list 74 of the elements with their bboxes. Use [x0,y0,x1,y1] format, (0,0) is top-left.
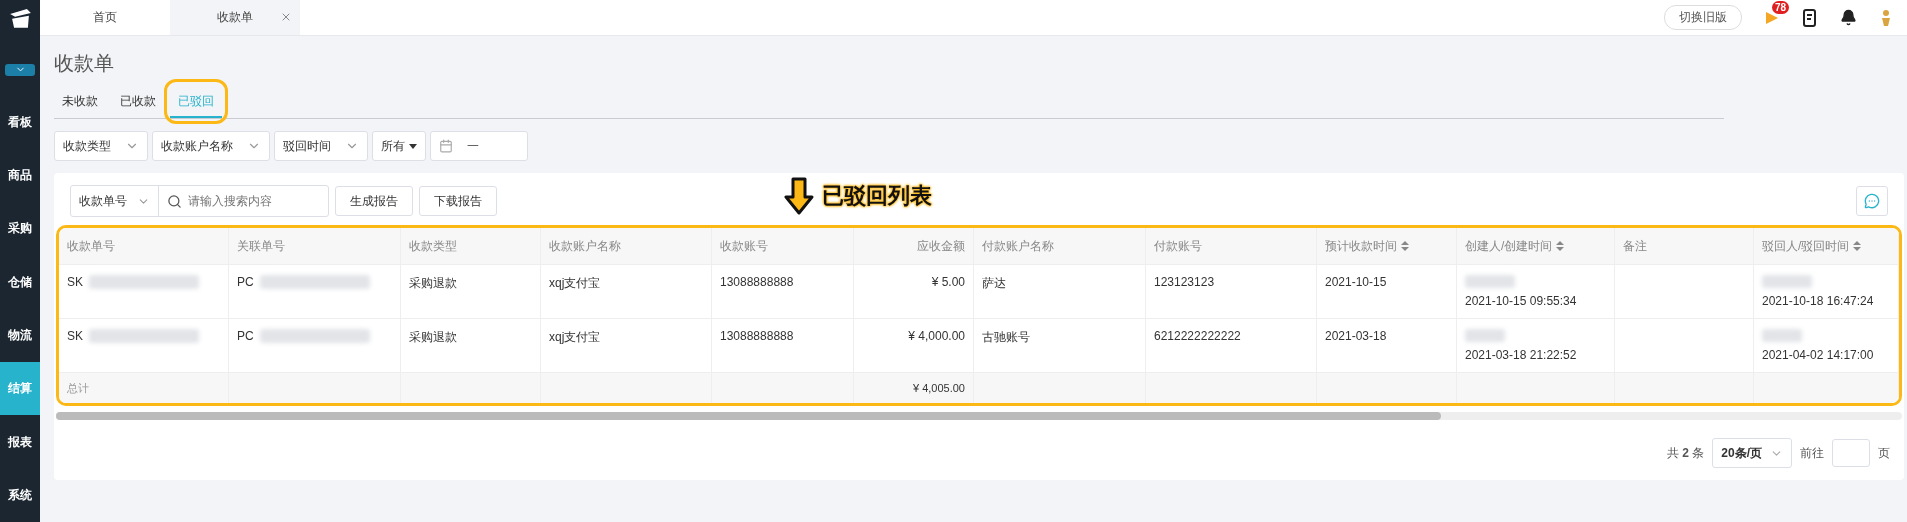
date-range-text: 一 [467,137,479,155]
table-cell: 采购退款 [401,264,541,318]
sort-icon[interactable] [1853,241,1862,251]
filter-select[interactable]: 收款类型 [54,131,148,161]
count-badge: 78 [1772,0,1790,14]
total-count: 共 2 条 [1666,444,1705,462]
page-title: 收款单 [54,51,115,76]
report-button[interactable]: 生成报告 [335,186,413,216]
table-cell-text: 2021-04-02 14:17:00 [1762,348,1875,362]
goto-label: 前往 [1800,444,1824,462]
table-cell: 总计 [59,372,229,403]
page-label: 页 [1878,444,1890,462]
table-cell-text: 2021-03-18 21:22:52 [1465,348,1578,362]
table-cell-text: PC [237,275,254,291]
sort-icon[interactable] [1556,241,1565,251]
column-header: 应收金额 [854,228,974,264]
document-icon[interactable] [1802,8,1818,27]
sort-icon[interactable] [1401,241,1409,251]
column-header[interactable]: 创建人/创建时间 [1457,228,1615,264]
table-cell-text: 2021-10-15 09:55:34 [1465,294,1578,308]
table-cell: 萨达 [974,264,1146,318]
close-icon[interactable] [280,11,292,23]
table-cell-text: SK [67,275,83,291]
table-cell: 13088888888 [712,264,854,318]
sidebar-item[interactable]: 看板 [0,95,40,149]
callout-label: 已驳回列表 [822,182,932,210]
caret-down-icon [409,143,417,149]
calendar-icon [439,139,453,153]
switch-version-button[interactable]: 切换旧版 [1664,5,1742,30]
down-arrow-icon [784,177,814,215]
search-icon [167,193,182,209]
filter-select[interactable]: 驳回时间 [274,131,368,161]
page-input[interactable] [1832,439,1870,467]
table-cell: 2021-10-15 [1317,264,1457,318]
column-header: 收款账户名称 [541,228,712,264]
bell-icon[interactable] [1840,9,1857,26]
column-header: 备注 [1615,228,1754,264]
sidebar-item[interactable]: 仓储 [0,255,40,309]
column-header: 付款账号 [1146,228,1317,264]
flag-icon[interactable] [1764,9,1780,26]
avatar-icon[interactable] [1879,8,1893,27]
page-size-select[interactable]: 20条/页 [1712,438,1792,468]
table-cell: xqj支付宝 [541,264,712,318]
column-header: 收款类型 [401,228,541,264]
chat-bubble-icon [1864,193,1880,209]
date-range-field[interactable]: 一 [430,131,528,161]
sidebar-item[interactable]: 物流 [0,308,40,363]
table-cell-text: 2021-10-18 16:47:24 [1762,294,1875,308]
sidebar-item[interactable]: 报表 [0,415,40,469]
filter-select[interactable]: 收款账户名称 [152,131,270,161]
column-header: 关联单号 [229,228,401,264]
filter-menu[interactable]: 所有 [372,131,426,161]
search-field[interactable]: 收款单号 请输入搜索内容 [70,185,329,217]
report-button[interactable]: 下载报告 [419,186,497,216]
sidebar-item[interactable]: 采购 [0,202,40,256]
column-header: 收款账号 [712,228,854,264]
column-header: 收款单号 [59,228,229,264]
status-tab[interactable]: 已收款 [112,87,164,118]
sidebar-item[interactable]: 商品 [0,148,40,203]
table-cell: 123123123 [1146,264,1317,318]
table-cell: ¥ 4,005.00 [854,372,974,403]
column-header[interactable]: 驳回人/驳回时间 [1754,228,1899,264]
table-cell: ¥ 5.00 [854,264,974,318]
search-type-select[interactable]: 收款单号 [71,186,159,216]
column-header: 付款账户名称 [974,228,1146,264]
table-cell-text: SK [67,329,83,345]
page-tab[interactable]: 收款单 [170,0,300,35]
status-tab[interactable]: 未收款 [54,87,106,118]
sidebar-item[interactable]: 系统 [0,468,40,522]
chat-button[interactable] [1856,186,1888,216]
dropdown-button[interactable] [5,63,35,76]
column-header[interactable]: 预计收款时间 [1317,228,1457,264]
table-cell-text: PC [237,329,254,345]
scrollbar-thumb[interactable] [56,412,1441,420]
